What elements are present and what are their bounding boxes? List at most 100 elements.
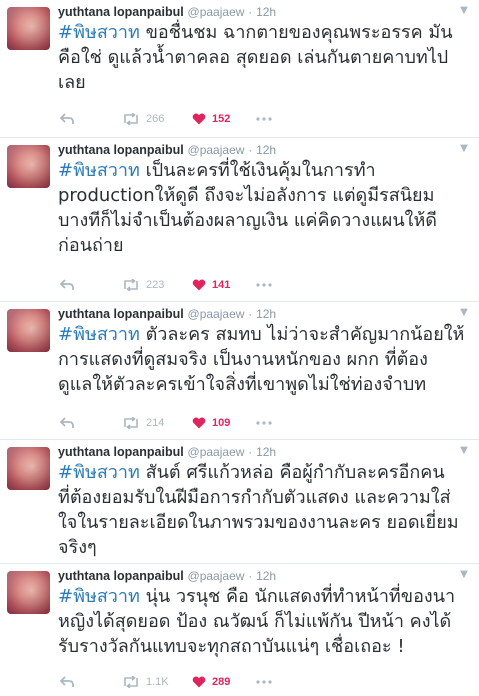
retweet-button[interactable]: 1.1K	[122, 673, 169, 691]
reply-icon	[60, 676, 74, 687]
more-icon	[256, 680, 272, 684]
hashtag-link[interactable]: #พิษสวาท	[58, 324, 140, 345]
reply-icon	[60, 417, 74, 428]
separator-dot: ·	[248, 307, 253, 321]
author-name[interactable]: yuthtana lopanpaibul	[58, 445, 184, 459]
author-handle[interactable]: @paajaew	[188, 5, 245, 19]
reply-button[interactable]	[60, 673, 74, 691]
heart-icon	[192, 279, 206, 291]
text-line: เลย	[58, 72, 86, 93]
more-button[interactable]	[256, 276, 272, 294]
tweet-actions: 223 141	[58, 276, 318, 294]
heart-icon	[192, 676, 206, 688]
separator-dot: ·	[248, 143, 253, 157]
retweet-count: 223	[146, 279, 165, 291]
tweet-actions: 266 152	[58, 110, 318, 128]
text-line: จริงๆ	[58, 537, 97, 558]
avatar[interactable]	[7, 145, 50, 188]
text-line: ที่ต้องยอมรับในฝีมือการกำกับตัวแสดง และค…	[58, 487, 451, 508]
like-count: 109	[212, 417, 231, 429]
more-icon	[256, 421, 272, 425]
tweet-header: yuthtana lopanpaibul @paajaew · 12h ▼	[58, 3, 471, 21]
text-line: หญิงได้สุดยอด ป้อง ณวัฒน์ ก็ไม่แพ้กัน ปี…	[58, 611, 452, 632]
more-button[interactable]	[256, 414, 272, 432]
tweet-header: yuthtana lopanpaibul @paajaew · 12h ▼	[58, 567, 471, 585]
reply-icon	[60, 113, 74, 124]
hashtag-link[interactable]: #พิษสวาท	[58, 22, 140, 43]
text-line: คือใช่ ดูแล้วน้ำตาคลอ สุดยอด เล่นกันตายค…	[58, 47, 449, 68]
timestamp[interactable]: 12h	[256, 445, 276, 459]
tweet-header: yuthtana lopanpaibul @paajaew · 12h ▼	[58, 305, 471, 323]
more-button[interactable]	[256, 110, 272, 128]
avatar[interactable]	[7, 571, 50, 614]
tweet-3[interactable]: yuthtana lopanpaibul @paajaew · 12h ▼ #พ…	[0, 302, 479, 440]
timestamp[interactable]: 12h	[256, 143, 276, 157]
retweet-icon	[124, 279, 138, 291]
retweet-icon	[124, 113, 138, 125]
like-button[interactable]: 152	[192, 110, 230, 128]
chevron-down-icon[interactable]: ▼	[457, 143, 471, 155]
hashtag-link[interactable]: #พิษสวาท	[58, 160, 140, 181]
retweet-count: 214	[146, 417, 165, 429]
timestamp[interactable]: 12h	[256, 5, 276, 19]
tweet-4[interactable]: yuthtana lopanpaibul @paajaew · 12h ▼ #พ…	[0, 440, 479, 564]
separator-dot: ·	[248, 5, 253, 19]
tweet-actions: 1.1K 289	[58, 673, 318, 691]
chevron-down-icon[interactable]: ▼	[457, 569, 471, 581]
tweet-text: #พิษสวาท สันต์ ศรีแก้วหล่อ คือผู้กำกับละ…	[58, 460, 473, 560]
avatar[interactable]	[7, 7, 50, 50]
timestamp[interactable]: 12h	[256, 569, 276, 583]
author-name[interactable]: yuthtana lopanpaibul	[58, 569, 184, 583]
like-button[interactable]: 141	[192, 276, 230, 294]
timestamp[interactable]: 12h	[256, 307, 276, 321]
separator-dot: ·	[248, 569, 253, 583]
retweet-button[interactable]: 214	[122, 414, 164, 432]
author-handle[interactable]: @paajaew	[188, 569, 245, 583]
text-line: เป็นละครที่ใช้เงินคุ้มในการทำ	[139, 160, 376, 181]
text-line: รับรางวัลกันแทบจะทุกสถาบันแน่ๆ เชื่อเถอะ…	[58, 636, 405, 657]
text-line: ดูแลให้ตัวละครเข้าใจสิ่งที่เขาพูดไม่ใช่ท…	[58, 374, 427, 395]
reply-button[interactable]	[60, 110, 74, 128]
tweet-text: #พิษสวาท ตัวละคร สมทบ ไม่ว่าจะสำคัญมากน้…	[58, 322, 473, 397]
author-handle[interactable]: @paajaew	[188, 307, 245, 321]
like-count: 289	[212, 676, 231, 688]
tweet-1[interactable]: yuthtana lopanpaibul @paajaew · 12h ▼ #พ…	[0, 0, 479, 138]
separator-dot: ·	[248, 445, 253, 459]
avatar[interactable]	[7, 447, 50, 490]
hashtag-link[interactable]: #พิษสวาท	[58, 586, 140, 607]
author-handle[interactable]: @paajaew	[188, 445, 245, 459]
more-icon	[256, 283, 272, 287]
tweet-5[interactable]: yuthtana lopanpaibul @paajaew · 12h ▼ #พ…	[0, 564, 479, 696]
retweet-button[interactable]: 223	[122, 276, 164, 294]
tweet-actions: 214 109	[58, 414, 318, 432]
tweet-text: #พิษสวาท ขอชื่นชม ฉากตายของคุณพระอรรค มั…	[58, 20, 473, 95]
retweet-icon	[124, 676, 138, 688]
chevron-down-icon[interactable]: ▼	[457, 307, 471, 319]
more-icon	[256, 117, 272, 121]
chevron-down-icon[interactable]: ▼	[457, 445, 471, 457]
heart-icon	[192, 417, 206, 429]
tweet-text: #พิษสวาท นุ่น วรนุช คือ นักแสดงที่ทำหน้า…	[58, 584, 473, 659]
text-line: การแสดงที่ดูสมจริง เป็นงานหนักของ ผกก ที…	[58, 349, 428, 370]
like-button[interactable]: 289	[192, 673, 230, 691]
reply-button[interactable]	[60, 276, 74, 294]
retweet-icon	[124, 417, 138, 429]
chevron-down-icon[interactable]: ▼	[457, 5, 471, 17]
retweet-button[interactable]: 266	[122, 110, 164, 128]
author-name[interactable]: yuthtana lopanpaibul	[58, 143, 184, 157]
hashtag-link[interactable]: #พิษสวาท	[58, 462, 140, 483]
like-count: 141	[212, 279, 231, 291]
author-name[interactable]: yuthtana lopanpaibul	[58, 5, 184, 19]
avatar[interactable]	[7, 309, 50, 352]
text-line: นุ่น วรนุช คือ นักแสดงที่ทำหน้าที่ของนา	[139, 586, 456, 607]
tweet-header: yuthtana lopanpaibul @paajaew · 12h ▼	[58, 443, 471, 461]
author-name[interactable]: yuthtana lopanpaibul	[58, 307, 184, 321]
more-button[interactable]	[256, 673, 272, 691]
like-button[interactable]: 109	[192, 414, 230, 432]
tweet-2[interactable]: yuthtana lopanpaibul @paajaew · 12h ▼ #พ…	[0, 138, 479, 302]
author-handle[interactable]: @paajaew	[188, 143, 245, 157]
reply-icon	[60, 279, 74, 290]
tweet-header: yuthtana lopanpaibul @paajaew · 12h ▼	[58, 141, 471, 159]
tweet-text: #พิษสวาท เป็นละครที่ใช้เงินคุ้มในการทำ p…	[58, 158, 473, 258]
reply-button[interactable]	[60, 414, 74, 432]
